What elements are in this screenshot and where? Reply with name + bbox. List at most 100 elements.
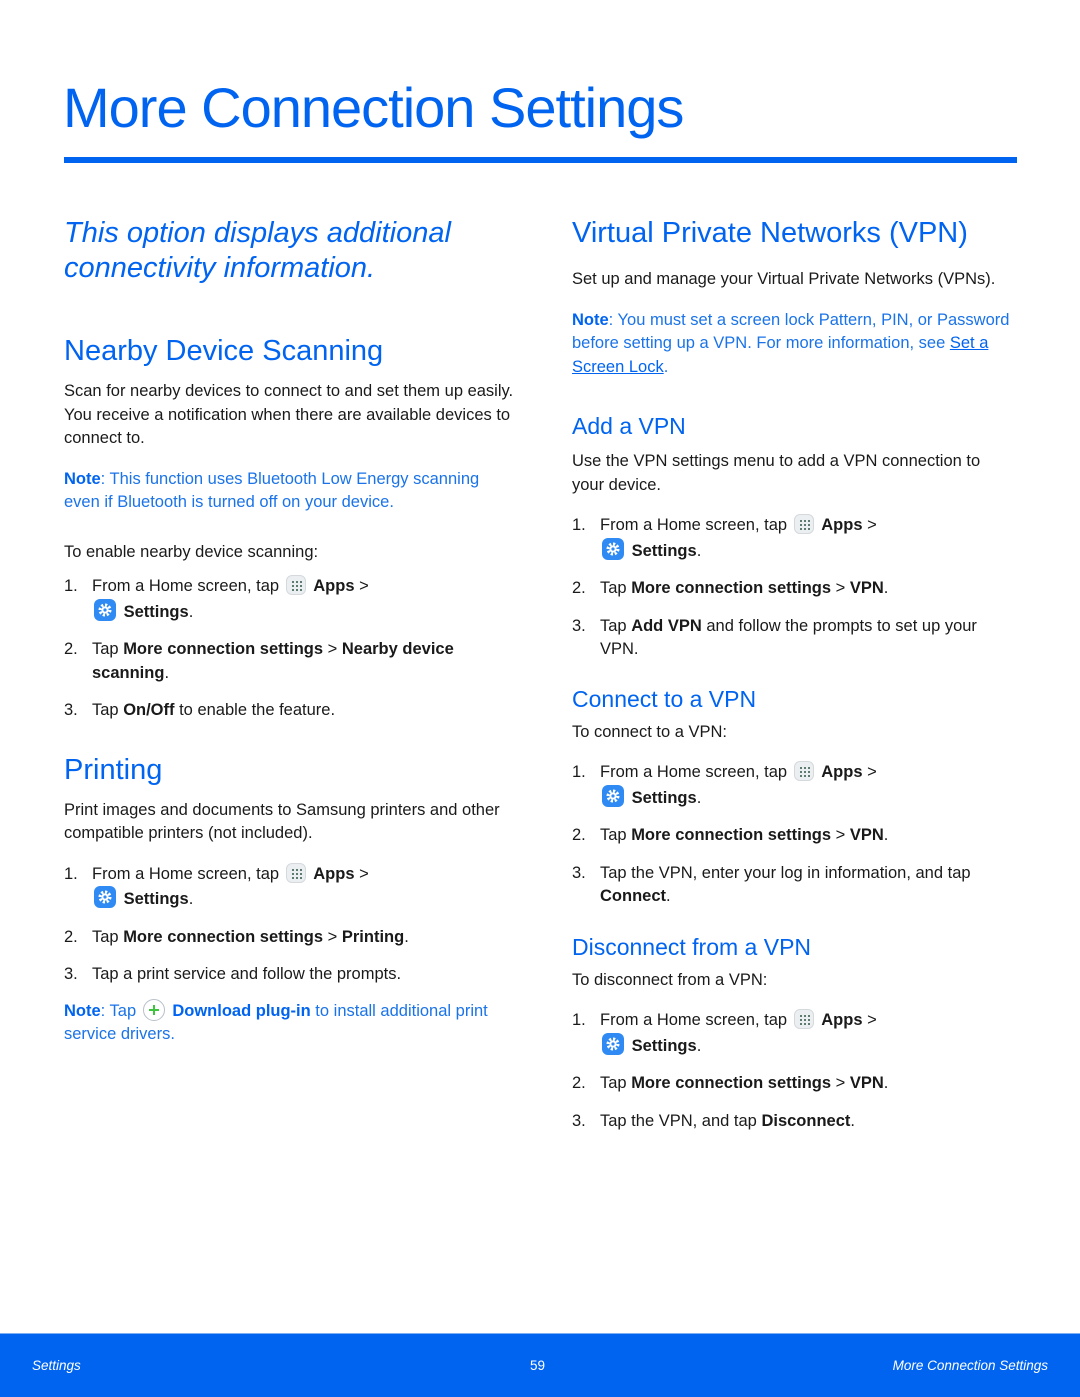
step-text: From a Home screen, tap (92, 864, 284, 883)
step-number: 2. (572, 826, 586, 844)
apps-label: Apps (821, 516, 863, 534)
step: 1. From a Home screen, tap Apps > Setting… (572, 1009, 1012, 1058)
step: 1. From a Home screen, tap Apps > Setting… (64, 575, 514, 624)
note-text: : Tap (100, 1001, 141, 1020)
step: 3. Tap On/Off to enable the feature. (64, 699, 514, 723)
apps-label: Apps (313, 864, 355, 883)
step-bold: On/Off (123, 701, 175, 719)
left-column: This option displays additional connecti… (64, 210, 514, 1047)
step-text: Tap (600, 826, 632, 844)
step-bold: More connection settings (631, 826, 832, 844)
step-text: Tap a print service and follow the promp… (92, 965, 402, 983)
note-label: Note (64, 469, 101, 488)
add-vpn-heading: Add a VPN (572, 413, 686, 439)
connect-vpn-heading: Connect to a VPN (572, 685, 757, 712)
step-text: Tap the VPN, and tap (600, 1111, 762, 1130)
disconnect-vpn-steps: 1. From a Home screen, tap Apps > Setting… (572, 1009, 1012, 1133)
step-bold: VPN (849, 579, 884, 597)
add-vpn-body: Use the VPN settings menu to add a VPN c… (572, 452, 981, 494)
nearby-lead: To enable nearby device scanning: (64, 542, 319, 561)
step-number: 1. (64, 864, 78, 883)
printing-heading: Printing (64, 753, 163, 786)
connect-vpn-steps: 1. From a Home screen, tap Apps > Setting… (572, 761, 1012, 909)
separator: > (862, 1011, 877, 1029)
step: 2. Tap More connection settings > VPN. (572, 577, 1012, 601)
step-number: 3. (572, 863, 586, 882)
separator: > (831, 1074, 850, 1092)
vpn-heading: Virtual Private Networks (VPN) (572, 217, 968, 249)
vpn-body: Set up and manage your Virtual Private N… (572, 270, 996, 288)
settings-label: Settings (631, 788, 697, 807)
settings-gear-icon (94, 598, 116, 621)
step: 3. Tap Add VPN and follow the prompts to … (572, 615, 1012, 662)
apps-label: Apps (821, 763, 863, 781)
settings-gear-icon (602, 1032, 624, 1055)
settings-label: Settings (123, 890, 189, 908)
step-bold: More connection settings (631, 1074, 832, 1092)
punct: . (666, 887, 671, 905)
settings-gear-icon (602, 784, 624, 807)
step-text: Tap (600, 579, 632, 597)
right-column: Virtual Private Networks (VPN) Set up an… (572, 210, 1012, 1147)
step-number: 3. (572, 1111, 586, 1130)
step: 1. From a Home screen, tap Apps > Setting… (64, 862, 514, 912)
step: 1. From a Home screen, tap Apps > Setting… (572, 514, 1012, 563)
step-bold: VPN (849, 826, 884, 844)
separator: > (831, 579, 850, 597)
printing-steps: 1. From a Home screen, tap Apps > Setting… (64, 862, 514, 987)
note-bold: Download plug-in (172, 1001, 311, 1020)
settings-gear-icon (94, 886, 116, 908)
disconnect-vpn-lead: To disconnect from a VPN: (572, 970, 768, 989)
punct: . (883, 579, 889, 597)
plus-circle-icon (142, 998, 165, 1021)
step-number: 2. (64, 927, 78, 946)
printing-body: Print images and documents to Samsung pr… (64, 800, 500, 843)
step-number: 1. (572, 763, 586, 781)
step-number: 1. (64, 577, 78, 595)
apps-grid-icon (793, 761, 814, 781)
step-number: 2. (572, 579, 586, 597)
punct: . (188, 602, 194, 621)
footer-chapter-label: More Connection Settings (892, 1358, 1048, 1373)
punct: . (696, 788, 702, 807)
step-number: 1. (572, 1011, 586, 1029)
apps-grid-icon (285, 575, 306, 595)
apps-grid-icon (285, 862, 306, 883)
separator: > (831, 826, 850, 844)
note-label: Note (64, 1001, 101, 1020)
step: 1. From a Home screen, tap Apps > Setting… (572, 761, 1012, 810)
page-footer: Settings 59 More Connection Settings (0, 1333, 1080, 1397)
step-text: Tap (600, 1074, 632, 1092)
nearby-note: Note: This function uses Bluetooth Low E… (64, 468, 514, 515)
punct: . (883, 826, 889, 844)
step-bold: More connection settings (123, 927, 324, 946)
step-number: 3. (572, 616, 586, 635)
step-bold: More connection settings (123, 640, 324, 658)
note-text: : You must set a screen lock Pattern, PI… (572, 310, 1010, 353)
apps-label: Apps (821, 1011, 863, 1029)
punct: . (663, 357, 669, 376)
step-number: 1. (572, 516, 586, 534)
step: 3. Tap the VPN, and tap Disconnect. (572, 1110, 1012, 1134)
step: 2. Tap More connection settings > Printin… (64, 926, 514, 950)
step-text: From a Home screen, tap (600, 763, 792, 781)
punct: . (696, 541, 702, 560)
vpn-note: Note: You must set a screen lock Pattern… (572, 309, 1012, 380)
step-text: to enable the feature. (174, 701, 336, 719)
step-bold: VPN (849, 1074, 884, 1092)
step-text: Tap (92, 927, 124, 946)
settings-label: Settings (631, 1036, 697, 1055)
page-number: 59 (530, 1358, 546, 1373)
separator: > (354, 577, 369, 595)
settings-label: Settings (631, 541, 697, 560)
step-number: 2. (572, 1074, 586, 1092)
step-text: From a Home screen, tap (600, 516, 792, 534)
intro-text: This option displays additional connecti… (64, 217, 451, 284)
step-number: 3. (64, 965, 78, 983)
step-bold: Add VPN (631, 616, 702, 635)
nearby-body: Scan for nearby devices to connect to an… (64, 382, 514, 447)
step-bold: Disconnect (761, 1111, 851, 1130)
separator: > (323, 927, 342, 946)
step-bold: Connect (600, 887, 666, 905)
punct: . (404, 927, 409, 946)
